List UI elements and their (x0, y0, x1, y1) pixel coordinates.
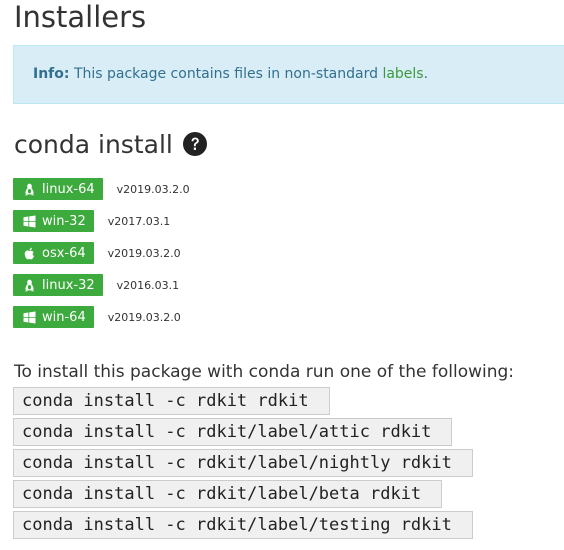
platform-label: linux-32 (42, 277, 95, 293)
install-command[interactable]: conda install -c rdkit/label/testing rdk… (13, 511, 473, 539)
platform-row-win-64: win-64 v2019.03.2.0 (13, 306, 181, 328)
page-title: Installers (14, 0, 147, 34)
apple-icon (23, 247, 36, 260)
platform-button-osx-64[interactable]: osx-64 (13, 242, 94, 264)
platform-label: win-64 (42, 309, 86, 325)
platform-button-linux-64[interactable]: linux-64 (13, 178, 103, 200)
windows-icon (23, 311, 36, 324)
platform-button-win-32[interactable]: win-32 (13, 210, 94, 232)
info-label: Info: (33, 66, 70, 82)
linux-icon (23, 279, 36, 292)
install-command[interactable]: conda install -c rdkit rdkit (13, 387, 330, 415)
question-circle-icon[interactable] (182, 131, 207, 156)
platform-version: v2019.03.2.0 (107, 246, 181, 260)
platform-row-linux-64: linux-64 v2019.03.2.0 (13, 178, 190, 200)
windows-icon (23, 215, 36, 228)
platform-version: v2017.03.1 (107, 214, 171, 228)
info-suffix: . (423, 66, 429, 82)
platform-version: v2019.03.2.0 (116, 182, 190, 196)
info-alert: Info: This package contains files in non… (13, 45, 564, 104)
conda-install-heading: conda install (14, 128, 207, 162)
linux-icon (23, 183, 36, 196)
info-text: This package contains files in non-stand… (73, 66, 378, 82)
platform-label: osx-64 (42, 245, 86, 261)
platform-button-win-64[interactable]: win-64 (13, 306, 94, 328)
platform-version: v2019.03.2.0 (107, 310, 181, 324)
platform-row-osx-64: osx-64 v2019.03.2.0 (13, 242, 181, 264)
conda-install-title: conda install (14, 130, 173, 159)
platform-label: linux-64 (42, 181, 95, 197)
install-command[interactable]: conda install -c rdkit/label/nightly rdk… (13, 449, 473, 477)
platform-row-linux-32: linux-32 v2016.03.1 (13, 274, 179, 296)
platform-label: win-32 (42, 213, 86, 229)
platform-version: v2016.03.1 (116, 278, 180, 292)
install-command[interactable]: conda install -c rdkit/label/attic rdkit (13, 418, 453, 446)
install-command[interactable]: conda install -c rdkit/label/beta rdkit (13, 480, 443, 508)
platform-row-win-32: win-32 v2017.03.1 (13, 210, 170, 232)
install-instructions: To install this package with conda run o… (14, 362, 515, 382)
platform-button-linux-32[interactable]: linux-32 (13, 274, 103, 296)
labels-link[interactable]: labels (382, 66, 423, 82)
